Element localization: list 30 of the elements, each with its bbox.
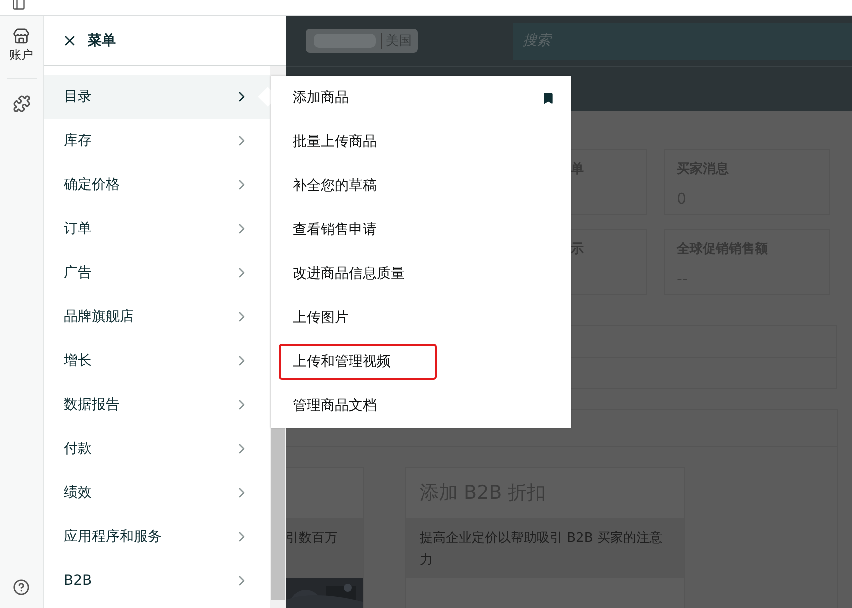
stat-value: --: [677, 270, 688, 288]
menu-item[interactable]: 数据报告: [44, 383, 270, 427]
menu-title: 菜单: [88, 32, 116, 50]
submenu-item[interactable]: 管理商品文档: [271, 384, 571, 428]
menu-item[interactable]: 广告: [44, 251, 270, 295]
account-label[interactable]: 账户: [10, 47, 34, 64]
help-icon[interactable]: [13, 579, 30, 596]
submenu-item[interactable]: 补全您的草稿: [271, 164, 571, 208]
submenu-item[interactable]: 上传和管理视频: [271, 340, 571, 384]
menu-item[interactable]: 增长: [44, 339, 270, 383]
bookmark-icon[interactable]: [542, 92, 555, 104]
menu-item[interactable]: 订单: [44, 207, 270, 251]
menu-item[interactable]: B2B: [44, 559, 270, 603]
submenu-item[interactable]: 改进商品信息质量: [271, 252, 571, 296]
menu-item[interactable]: 绩效: [44, 471, 270, 515]
puzzle-icon[interactable]: [12, 95, 30, 113]
submenu-item[interactable]: 查看销售申请: [271, 208, 571, 252]
panel-icon[interactable]: [12, 0, 26, 11]
menu-item[interactable]: 确定价格: [44, 163, 270, 207]
menu-item[interactable]: 应用程序和服务: [44, 515, 270, 559]
menu-item[interactable]: 品牌旗舰店: [44, 295, 270, 339]
promo-description: 引数百万: [286, 518, 363, 578]
menu-item[interactable]: 付款: [44, 427, 270, 471]
store-icon[interactable]: [13, 28, 30, 45]
menu-item[interactable]: 目录: [44, 75, 270, 119]
promo-description: 提高企业定价以帮助吸引 B2B 买家的注意力: [406, 518, 684, 578]
submenu-item[interactable]: 批量上传商品: [271, 120, 571, 164]
menu-item[interactable]: 库存: [44, 119, 270, 163]
submenu-item[interactable]: 上传图片: [271, 296, 571, 340]
submenu-item[interactable]: 添加商品: [271, 76, 571, 120]
